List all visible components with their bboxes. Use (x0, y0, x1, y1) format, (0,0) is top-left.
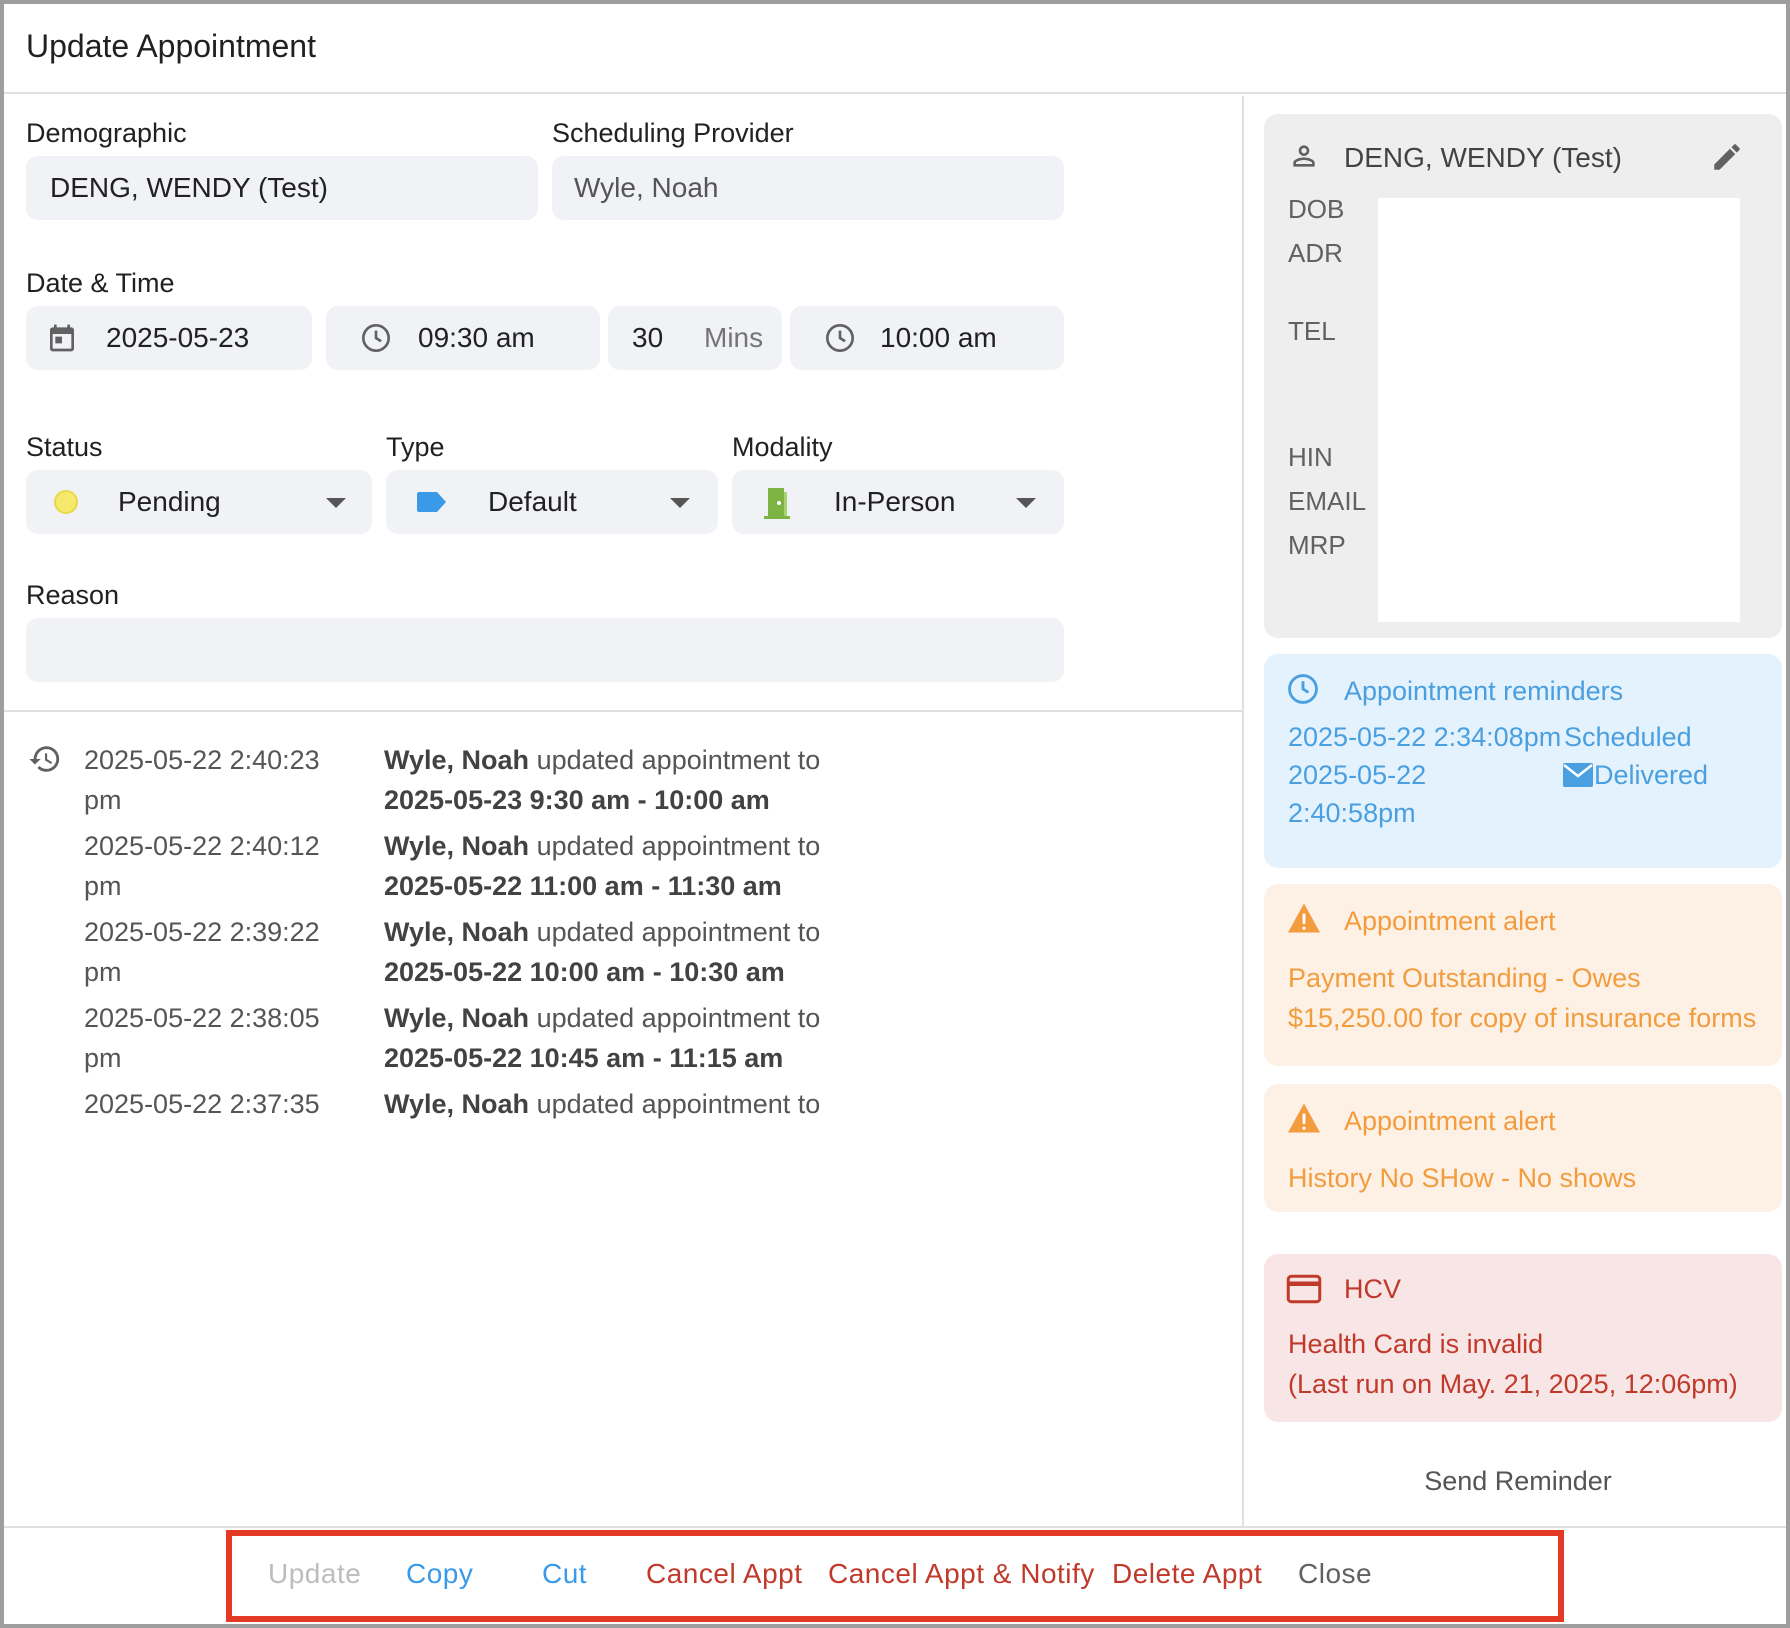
sidebar-panel: DENG, WENDY (Test) DOB ADR TEL HIN EMAIL… (1246, 96, 1790, 1526)
clock-icon (1288, 674, 1318, 704)
clock-icon (826, 324, 854, 352)
reminders-card: Appointment reminders 2025-05-22 2:34:08… (1264, 654, 1782, 868)
history-time: 2025-05-22 2:39:22 pm (84, 917, 320, 987)
clock-icon (362, 324, 390, 352)
end-time-value: 10:00 am (880, 322, 997, 353)
patient-details-box (1378, 198, 1740, 622)
update-button[interactable]: Update (268, 1558, 361, 1590)
start-time-value: 09:30 am (418, 322, 535, 353)
duration-field[interactable]: 30 Mins (608, 306, 782, 370)
alert-body: Payment Outstanding - Owes $15,250.00 fo… (1288, 963, 1757, 1033)
dialog-title: Update Appointment (26, 28, 316, 64)
reminder-time: 2025-05-22 2:34:08pm (1288, 722, 1562, 752)
status-select[interactable]: Pending (26, 470, 372, 534)
type-label: Type (386, 432, 445, 462)
appointment-form: Demographic DENG, WENDY (Test) Schedulin… (4, 96, 1244, 1526)
start-time-field[interactable]: 09:30 am (326, 306, 600, 370)
reason-label: Reason (26, 580, 120, 610)
email-label: EMAIL (1288, 486, 1367, 516)
copy-button[interactable]: Copy (406, 1558, 473, 1590)
provider-value: Wyle, Noah (574, 172, 719, 203)
patient-card: DENG, WENDY (Test) DOB ADR TEL HIN EMAIL… (1264, 114, 1782, 638)
provider-field[interactable]: Wyle, Noah (552, 156, 1064, 220)
dob-label: DOB (1288, 194, 1345, 224)
type-value: Default (488, 486, 577, 517)
datetime-label: Date & Time (26, 268, 175, 298)
history-message: Wyle, Noah updated appointment to 2025-05… (384, 745, 821, 815)
reminder-time: 2025-05-22 (1288, 760, 1427, 790)
end-time-field[interactable]: 10:00 am (790, 306, 1064, 370)
hcv-card: HCV Health Card is invalid (Last run on … (1264, 1254, 1782, 1422)
chevron-down-icon (1016, 498, 1036, 508)
door-icon (764, 488, 790, 519)
reminders-title: Appointment reminders (1344, 676, 1624, 706)
delete-appt-button[interactable]: Delete Appt (1112, 1558, 1262, 1590)
phone-label: TEL (1288, 316, 1336, 346)
history-message: Wyle, Noah updated appointment to 2025-05… (384, 917, 821, 987)
modality-select[interactable]: In-Person (732, 470, 1064, 534)
mrp-label: MRP (1288, 530, 1346, 560)
reminder-status: Delivered (1594, 760, 1709, 790)
demographic-label: Demographic (26, 118, 187, 148)
dialog-actions: Update Copy Cut Cancel Appt Cancel Appt … (226, 1530, 1564, 1622)
history-message: Wyle, Noah updated appointment to (384, 1089, 821, 1119)
history-time: 2025-05-22 2:37:35 (84, 1089, 320, 1119)
divider (4, 710, 1244, 712)
patient-name: DENG, WENDY (Test) (1344, 142, 1622, 173)
hcv-status: Health Card is invalid (1288, 1329, 1544, 1359)
reminder-status: Scheduled (1564, 722, 1692, 752)
hcv-title: HCV (1344, 1274, 1402, 1304)
appointment-alert-card: Appointment alert Payment Outstanding - … (1264, 884, 1782, 1066)
cancel-appt-button[interactable]: Cancel Appt (646, 1558, 803, 1590)
history-icon (29, 746, 60, 772)
chevron-down-icon (326, 498, 346, 508)
hcv-last-run: (Last run on May. 21, 2025, 12:06pm) (1288, 1369, 1738, 1399)
update-appointment-dialog: Update Appointment Demographic DENG, WEN… (0, 0, 1790, 1628)
warning-icon (1288, 903, 1320, 933)
date-value: 2025-05-23 (106, 322, 250, 353)
appointment-alert-card: Appointment alert History No SHow - No s… (1264, 1084, 1782, 1212)
warning-icon (1288, 1103, 1320, 1133)
credit-card-icon (1286, 1274, 1322, 1304)
history-message: Wyle, Noah updated appointment to 2025-05… (384, 831, 821, 901)
date-field[interactable]: 2025-05-23 (26, 306, 312, 370)
provider-label: Scheduling Provider (552, 118, 794, 148)
edit-icon[interactable] (1710, 140, 1744, 174)
status-label: Status (26, 432, 103, 462)
type-select[interactable]: Default (386, 470, 718, 534)
status-value: Pending (118, 486, 221, 517)
history-time: 2025-05-22 2:38:05 pm (84, 1003, 320, 1073)
mail-icon (1563, 763, 1593, 787)
cut-button[interactable]: Cut (542, 1558, 587, 1590)
close-button[interactable]: Close (1298, 1558, 1372, 1590)
tag-icon (417, 492, 446, 512)
demographic-field[interactable]: DENG, WENDY (Test) (26, 156, 538, 220)
footer-divider (4, 1526, 1786, 1528)
cancel-appt-notify-button[interactable]: Cancel Appt & Notify (828, 1558, 1095, 1590)
alert-title: Appointment alert (1344, 906, 1556, 936)
chevron-down-icon (670, 498, 690, 508)
alert-body: History No SHow - No shows (1288, 1163, 1637, 1193)
hcv-message: Health Card is invalid (Last run on May.… (1288, 1324, 1778, 1404)
reminder-time: 2:40:58pm (1288, 798, 1416, 828)
duration-unit: Mins (704, 322, 764, 353)
person-icon (1293, 145, 1315, 167)
address-label: ADR (1288, 238, 1343, 268)
modality-value: In-Person (834, 486, 956, 517)
demographic-value: DENG, WENDY (Test) (50, 172, 328, 203)
reason-input[interactable] (26, 618, 1064, 682)
send-reminder-button[interactable]: Send Reminder (1246, 1466, 1790, 1497)
status-dot-icon (54, 490, 78, 514)
history-message: Wyle, Noah updated appointment to 2025-05… (384, 1003, 821, 1073)
hin-label: HIN (1288, 442, 1333, 472)
dialog-header: Update Appointment (4, 4, 1786, 94)
duration-value: 30 (632, 322, 664, 353)
alert-title: Appointment alert (1344, 1106, 1556, 1136)
calendar-icon (50, 324, 74, 352)
history-time: 2025-05-22 2:40:23 pm (84, 745, 320, 815)
modality-label: Modality (732, 432, 833, 462)
history-time: 2025-05-22 2:40:12 pm (84, 831, 320, 901)
